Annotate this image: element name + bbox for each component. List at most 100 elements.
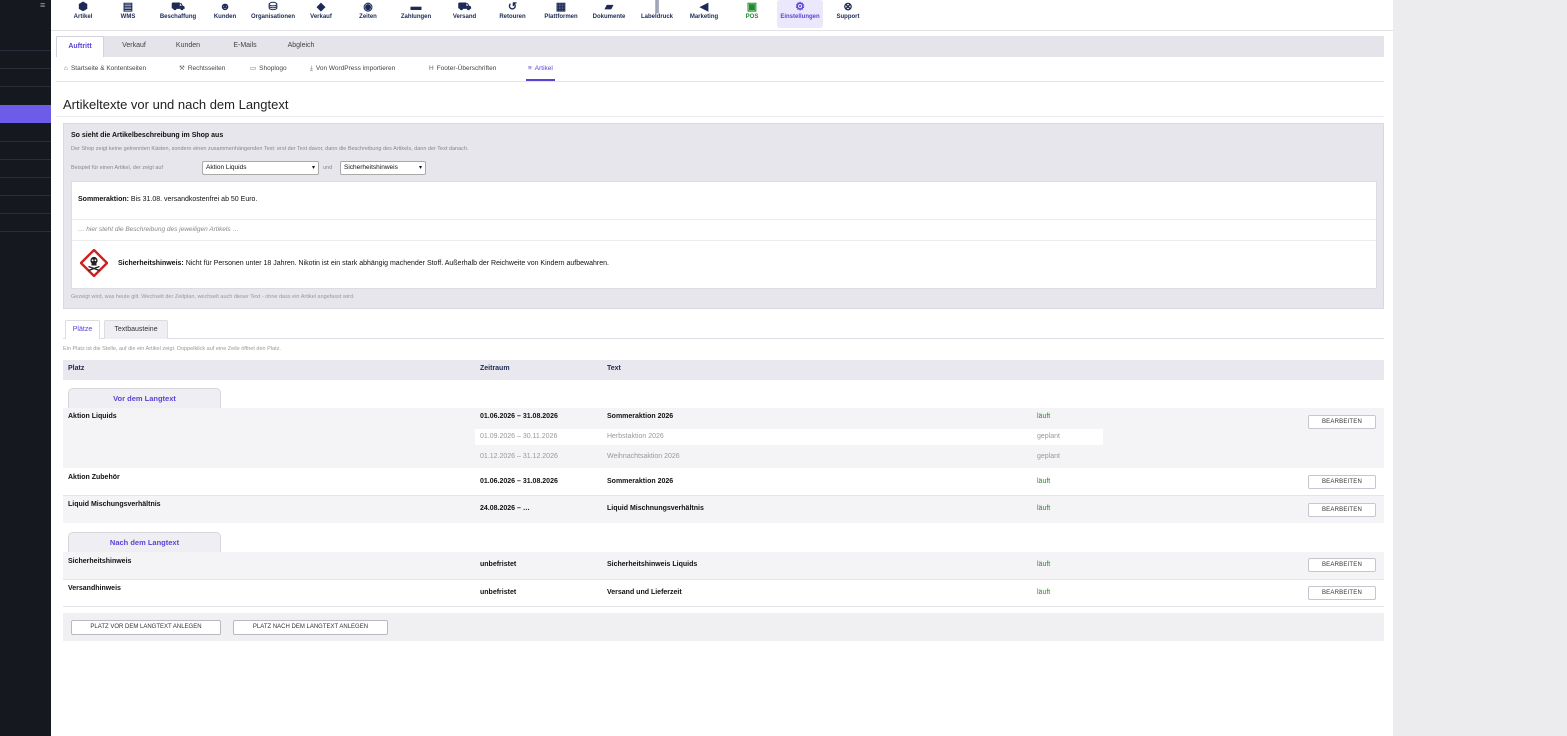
nav-wms[interactable]: ▤ WMS [114, 0, 142, 28]
column-header-text: Text [607, 365, 621, 372]
edit-button[interactable]: BEARBEITEN [1308, 558, 1376, 572]
table-row[interactable]: Sicherheitshinweis unbefristet Sicherhei… [63, 552, 1384, 579]
schedule-subrow[interactable] [475, 429, 1103, 445]
table-row[interactable]: Liquid Mischungsverhältnis 24.08.2026 – … [63, 496, 1384, 523]
chevron-down-icon: ▾ [418, 165, 422, 171]
users-icon: ☻ [219, 1, 231, 13]
column-header-platz: Platz [68, 365, 85, 372]
sidebar-divider [0, 159, 51, 160]
nav-beschaffung[interactable]: ⛟ Beschaffung [155, 0, 201, 28]
places-tabbar: Plätze Textbausteine [63, 319, 1384, 339]
barcode-icon: ║ [653, 1, 661, 13]
article-select[interactable]: Aktion Liquids ▾ [202, 161, 319, 175]
preview-text-before: Sommeraktion: Bis 31.08. versandkostenfr… [78, 196, 258, 203]
folder-icon: ▰ [604, 1, 614, 13]
nav-labeldruck[interactable]: ║ Labeldruck [636, 0, 678, 28]
status-badge: geplant [1037, 453, 1060, 460]
tab-kunden[interactable]: Kunden [168, 36, 208, 57]
status-badge: läuft [1037, 505, 1051, 512]
edit-button[interactable]: BEARBEITEN [1308, 586, 1376, 600]
table-row[interactable]: Aktion Liquids 01.06.2026 – 31.08.2026 S… [63, 408, 1384, 468]
list-icon: ≡ [528, 65, 532, 72]
gear-icon: ⚙ [795, 1, 805, 13]
chevron-down-icon: ▾ [311, 165, 315, 171]
nav-plattformen[interactable]: ▦ Plattformen [540, 0, 582, 28]
preview-description: Der Shop zeigt keine getrennten Kästen, … [71, 146, 469, 152]
nav-support[interactable]: ⊗ Support [831, 0, 865, 28]
nav-organisationen[interactable]: ⛁ Organisationen [247, 0, 299, 28]
home-icon: ⌂ [64, 65, 68, 72]
edit-button[interactable]: BEARBEITEN [1308, 503, 1376, 517]
tab-abgleich[interactable]: Abgleich [280, 36, 322, 57]
nav-dokumente[interactable]: ▰ Dokumente [588, 0, 630, 28]
undo-icon: ↺ [507, 1, 518, 13]
nav-pos[interactable]: ▣ POS [739, 0, 765, 28]
subnav-shoplogo[interactable]: ▭ Shoplogo [250, 57, 287, 81]
status-badge: geplant [1037, 433, 1060, 440]
sub-navigation: ⌂ Startseite & Kontentseiten ⚒ Rechtsseite… [56, 57, 1384, 82]
status-badge: läuft [1037, 561, 1051, 568]
image-icon: ▭ [250, 65, 257, 72]
nav-einstellungen[interactable]: ⚙ Einstellungen [777, 0, 823, 28]
sidebar-divider [0, 68, 51, 69]
lifebuoy-icon: ⊗ [843, 1, 853, 13]
divider [63, 606, 1384, 607]
sidebar-divider [0, 86, 51, 87]
subnav-wordpress[interactable]: ⤓ Von WordPress importieren [310, 57, 395, 81]
preview-text-after: Sicherheitshinweis: Nicht für Personen u… [118, 260, 609, 267]
nav-marketing[interactable]: ◀ Marketing [685, 0, 723, 28]
tab-verkauf[interactable]: Verkauf [114, 36, 154, 57]
cart-icon: ⛟ [171, 1, 185, 13]
page-title: Artikeltexte vor und nach dem Langtext [63, 97, 289, 112]
nav-artikel[interactable]: ⬢ Artikel [68, 0, 98, 28]
add-place-after-button[interactable]: PLATZ NACH DEM LANGTEXT ANLEGEN [233, 620, 388, 635]
money-icon: ▬ [410, 1, 422, 13]
preview-example-label: Beispiel für einen Artikel, der zeigt au… [71, 165, 164, 171]
sitemap-icon: ⛁ [268, 1, 278, 13]
subnav-startseite[interactable]: ⌂ Startseite & Kontentseiten [64, 57, 146, 81]
top-navigation: ⬢ Artikel ▤ WMS ⛟ Beschaffung ☻ Kunden ⛁ Orga… [51, 0, 1393, 31]
settings-tabbar: Auftritt Verkauf Kunden E-Mails Abgleich [56, 36, 1384, 57]
tag-icon: ◆ [316, 1, 326, 13]
nav-versand[interactable]: ⛟ Versand [447, 0, 482, 28]
preview-box: Sommeraktion: Bis 31.08. versandkostenfr… [71, 181, 1377, 289]
sidebar-item-active[interactable] [0, 105, 51, 123]
nav-zahlungen[interactable]: ▬ Zahlungen [395, 0, 437, 28]
menu-icon[interactable]: ≡ [40, 0, 45, 10]
warehouse-icon: ▤ [122, 1, 134, 13]
download-icon: ⤓ [310, 65, 313, 72]
sidebar-divider [0, 231, 51, 232]
tab-auftritt[interactable]: Auftritt [56, 36, 104, 57]
group-after-longtext[interactable]: Nach dem Langtext [68, 532, 221, 552]
nav-retouren[interactable]: ↺ Retouren [493, 0, 532, 28]
sidebar-divider [0, 195, 51, 196]
truck-icon: ⛟ [457, 1, 472, 13]
tab-plaetze[interactable]: Plätze [65, 320, 100, 339]
sidebar-divider [0, 50, 51, 51]
preview-heading: So sieht die Artikelbeschreibung im Shop… [71, 132, 224, 139]
column-header-zeitraum: Zeitraum [480, 365, 510, 372]
divider [72, 219, 1376, 220]
sidebar-divider [0, 141, 51, 142]
tab-textbausteine[interactable]: Textbausteine [104, 320, 168, 339]
tab-emails[interactable]: E-Mails [224, 36, 266, 57]
grid-icon: ▦ [555, 1, 567, 13]
place-select[interactable]: Sicherheitshinweis ▾ [340, 161, 426, 175]
add-place-before-button[interactable]: PLATZ VOR DEM LANGTEXT ANLEGEN [71, 620, 221, 635]
edit-button[interactable]: BEARBEITEN [1308, 415, 1376, 429]
stopwatch-icon: ◉ [363, 1, 373, 13]
edit-button[interactable]: BEARBEITEN [1308, 475, 1376, 489]
sidebar-divider [0, 213, 51, 214]
table-row[interactable]: Aktion Zubehör 01.06.2026 – 31.08.2026 S… [63, 469, 1384, 495]
subnav-artikel[interactable]: ≡ Artikel [526, 57, 555, 81]
subnav-rechtsseiten[interactable]: ⚒ Rechtsseiten [179, 57, 225, 81]
cash-register-icon: ▣ [746, 1, 758, 13]
nav-verkauf[interactable]: ◆ Verkauf [305, 0, 337, 28]
gavel-icon: ⚒ [179, 65, 185, 72]
skull-hazard-icon [80, 249, 108, 277]
nav-kunden[interactable]: ☻ Kunden [209, 0, 241, 28]
nav-zeiten[interactable]: ◉ Zeiten [352, 0, 384, 28]
subnav-footer[interactable]: H Footer-Überschriften [429, 57, 496, 81]
group-before-longtext[interactable]: Vor dem Langtext [68, 388, 221, 408]
table-row[interactable]: Versandhinweis unbefristet Versand und L… [63, 580, 1384, 606]
